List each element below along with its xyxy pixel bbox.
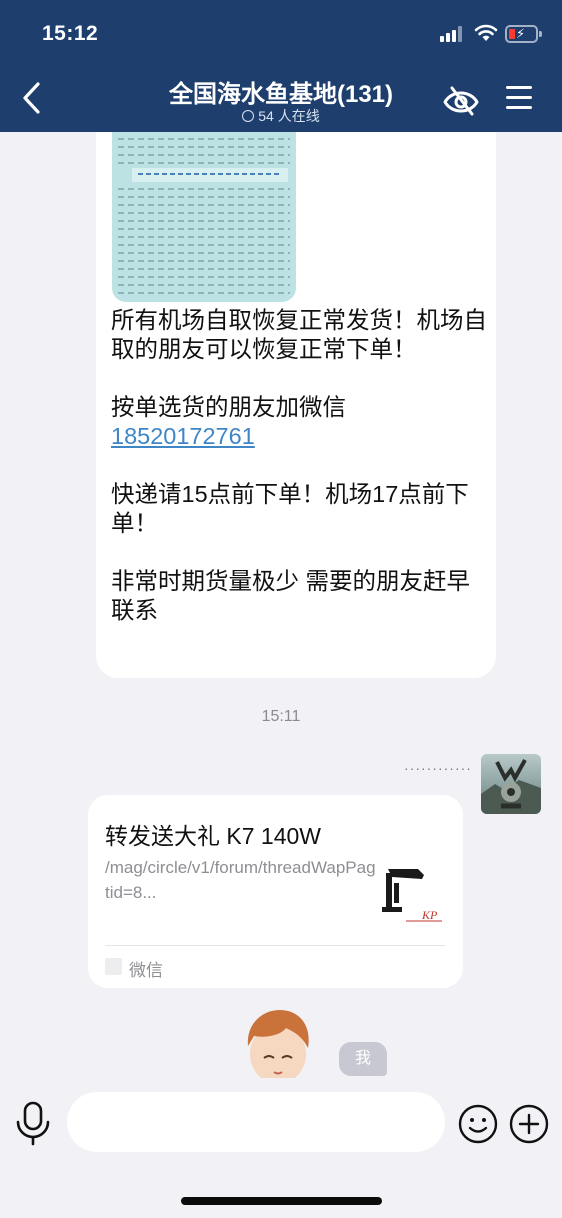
message-text: 所有机场自取恢复正常发货！机场自取的朋友可以恢复正常下单！ 按单选货的朋友加微信… bbox=[111, 306, 487, 625]
card-title: 转发送大礼 K7 140W bbox=[105, 823, 321, 849]
message-line: 按单选货的朋友加微信 bbox=[111, 394, 346, 420]
source-icon bbox=[105, 958, 122, 975]
status-time: 15:12 bbox=[42, 22, 99, 45]
sticker-avatar[interactable] bbox=[240, 1006, 316, 1078]
emoji-icon[interactable] bbox=[458, 1104, 498, 1144]
wifi-icon bbox=[474, 24, 498, 41]
card-source: 微信 bbox=[129, 961, 163, 980]
menu-icon[interactable] bbox=[506, 86, 532, 110]
shared-link-card[interactable]: 转发送大礼 K7 140W /mag/circle/v1/forum/threa… bbox=[88, 795, 463, 988]
typing-dots: ············ bbox=[404, 760, 472, 776]
message-line: 快递请15点前下单！机场17点前下单！ bbox=[111, 481, 469, 536]
cellular-signal-icon bbox=[440, 26, 466, 42]
online-check-icon bbox=[242, 110, 255, 122]
message-timestamp: 15:11 bbox=[261, 708, 301, 725]
message-image-thumbnail[interactable] bbox=[112, 132, 296, 302]
card-url: /mag/circle/v1/forum/threadWapPage?tid=8… bbox=[105, 858, 395, 902]
avatar[interactable] bbox=[481, 754, 541, 814]
card-divider bbox=[105, 945, 445, 946]
online-text: 54 人在线 bbox=[258, 108, 320, 124]
microphone-icon[interactable] bbox=[14, 1100, 52, 1146]
svg-text:KP: KP bbox=[421, 908, 438, 922]
battery-icon: ⚡ bbox=[505, 25, 542, 43]
phone-link[interactable]: 18520172761 bbox=[111, 422, 487, 451]
message-line: 所有机场自取恢复正常发货！机场自取的朋友可以恢复正常下单！ bbox=[111, 307, 487, 362]
card-thumbnail: KP bbox=[376, 861, 446, 927]
plus-icon[interactable] bbox=[509, 1104, 549, 1144]
message-line: 非常时期货量极少 需要的朋友赶早联系 bbox=[111, 568, 471, 623]
home-indicator bbox=[181, 1197, 382, 1205]
eye-icon[interactable] bbox=[442, 84, 480, 118]
message-input[interactable] bbox=[67, 1092, 445, 1152]
me-badge: 我 bbox=[339, 1042, 387, 1076]
status-bar: 15:12 ⚡ bbox=[0, 0, 562, 66]
chat-header: 15:12 ⚡ 全国海水鱼基地(131) 54 人在线 bbox=[0, 0, 562, 132]
